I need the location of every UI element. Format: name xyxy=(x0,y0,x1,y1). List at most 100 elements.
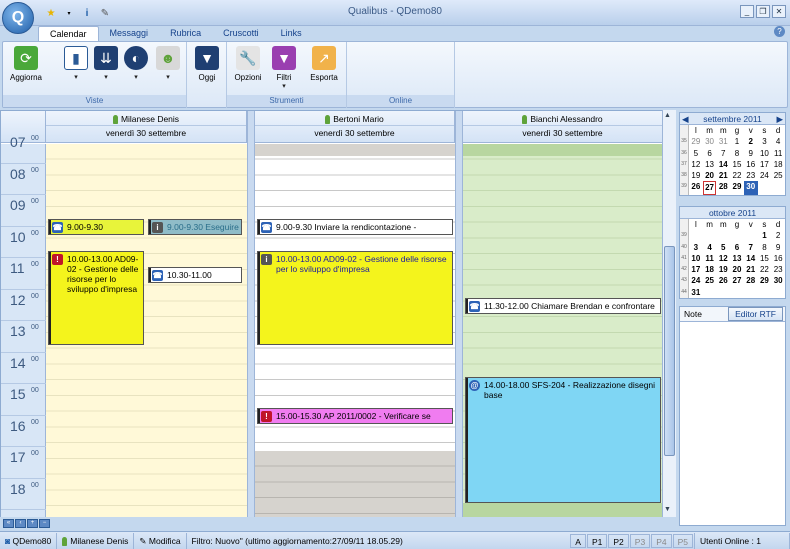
appointment-a6[interactable]: i 10.00-13.00 AD09-02 - Gestione delle ri… xyxy=(257,251,453,345)
appointment-a8[interactable]: ☎ 11.30-12.00 Chiamare Brendan e confront… xyxy=(465,298,661,314)
remove-icon[interactable]: − xyxy=(39,519,50,528)
next-month-icon[interactable]: ▶ xyxy=(776,113,785,125)
minimize-button[interactable]: _ xyxy=(740,5,754,18)
appointment-a4[interactable]: ☎10.30-11.00 Sentire xyxy=(148,267,242,283)
priority-p4-button[interactable]: P4 xyxy=(651,533,672,548)
hour-label: 16 00 xyxy=(1,416,46,447)
esporta-button[interactable]: ↗ Esporta xyxy=(307,46,341,82)
status-filter: Filtro: Nuovo" (ultimo aggiornamento:27/… xyxy=(191,535,403,546)
aggiorna-button[interactable]: ⟳ Aggiorna xyxy=(9,46,43,82)
appointment-a2[interactable]: i 9.00-9.30 Eseguire xyxy=(148,219,242,235)
exclamation-icon: ! xyxy=(52,254,63,265)
hour-label: 10 00 xyxy=(1,227,46,258)
database-icon: ◙ xyxy=(5,535,11,546)
prev-month-icon[interactable]: ◀ xyxy=(680,113,689,125)
hour-label: 07 00 xyxy=(1,132,46,164)
phone-icon: ☎ xyxy=(52,222,63,233)
column-name: Bianchi Alessandro xyxy=(463,113,662,126)
ribbon-tabs: Calendar Messaggi Rubrica Cruscotti Link… xyxy=(38,26,313,41)
week-view-icon: ⇊ xyxy=(94,46,118,70)
window-controls: _ ❐ ✕ xyxy=(740,5,786,18)
scrollbar-thumb[interactable] xyxy=(664,246,675,456)
group-label-strumenti: Strumenti xyxy=(227,95,346,107)
month-title: ottobre 2011 xyxy=(680,207,785,219)
column-name: Milanese Denis xyxy=(46,113,246,126)
priority-p2-button[interactable]: P2 xyxy=(608,533,629,548)
filtri-button[interactable]: ▼ Filtri ▾ xyxy=(269,46,299,90)
editor-rtf-button[interactable]: Editor RTF xyxy=(728,307,783,321)
scroll-up-icon[interactable]: ▲ xyxy=(664,112,671,119)
filter-icon: ▼ xyxy=(272,46,296,70)
priority-a-button[interactable]: A xyxy=(570,533,586,548)
priority-p1-button[interactable]: P1 xyxy=(586,533,608,548)
status-mode: ✎ Modifica xyxy=(134,532,187,549)
appointment-a1[interactable]: ☎ 9.00-9.30 xyxy=(48,219,144,235)
tab-messaggi[interactable]: Messaggi xyxy=(99,26,160,41)
tab-rubrica[interactable]: Rubrica xyxy=(159,26,212,41)
add-icon[interactable]: + xyxy=(27,519,38,528)
chevron-down-icon: ▾ xyxy=(282,83,286,90)
chevron-down-icon: ▾ xyxy=(74,74,78,81)
appointment-a5[interactable]: ☎ 9.00-9.30 Inviare la rendicontazione - xyxy=(257,219,453,235)
hour-label: 11 00 xyxy=(1,258,46,290)
nonworking-time xyxy=(463,503,663,517)
window-title: Qualibus - QDemo80 xyxy=(348,6,442,17)
calendar-today-icon: ▼ xyxy=(195,46,219,70)
resource-name-milanese: Milanese Denis xyxy=(120,114,180,124)
opzioni-button[interactable]: 🔧 Opzioni xyxy=(233,46,263,82)
status-database: ◙ QDemo80 xyxy=(0,532,58,549)
restore-button[interactable]: ❐ xyxy=(756,5,770,18)
view-week-button[interactable]: ⇊ ▾ xyxy=(91,46,121,81)
chevron-down-icon: ▾ xyxy=(166,74,170,81)
view-month-button[interactable]: ◐ ▾ xyxy=(121,46,151,81)
column-date: venerdì 30 settembre xyxy=(522,128,603,138)
view-resources-button[interactable]: ☻ ▾ xyxy=(153,46,183,81)
column-separator xyxy=(455,111,463,517)
vertical-scrollbar[interactable]: ▲ ▼ xyxy=(662,110,676,517)
appointment-a9[interactable]: @14.00-18.00 SFS-204 - Realizzazione dis… xyxy=(465,377,661,503)
chevron-down-icon: ▾ xyxy=(134,74,138,81)
esporta-label: Esporta xyxy=(310,73,338,82)
appointment-a7[interactable]: ! 15.00-15.30 AP 2011/0002 - Verificare s… xyxy=(257,408,453,424)
prev-icon[interactable]: ‹ xyxy=(15,519,26,528)
notes-label: Note xyxy=(684,309,702,319)
right-panel: ◀ settembre 2011 ▶ lmmgvsd 35 29 30 31 1 2 3 4 … xyxy=(677,110,788,530)
hour-label: 12 00 xyxy=(1,290,46,321)
person-icon xyxy=(325,115,331,125)
navigation-buttons: « ‹ + − xyxy=(3,519,50,528)
group-label-online: Online xyxy=(347,95,454,107)
time-ruler: 07 00 08 00 09 00 10 00 11 00 12 00 13 00 14 00 … xyxy=(1,134,46,517)
tab-cruscotti[interactable]: Cruscotti xyxy=(212,26,270,41)
group-label-viste: Viste xyxy=(3,95,186,107)
nonworking-time xyxy=(255,144,455,156)
priority-p3-button[interactable]: P3 xyxy=(629,533,651,548)
person-icon xyxy=(112,115,118,125)
today-marker[interactable]: 27 xyxy=(702,181,717,195)
first-icon[interactable]: « xyxy=(3,519,14,528)
oggi-button[interactable]: ▼ Oggi xyxy=(192,46,222,82)
tab-links[interactable]: Links xyxy=(270,26,313,41)
priority-p5-button[interactable]: P5 xyxy=(672,533,693,548)
status-online-users: Utenti Online : 1 xyxy=(694,532,790,549)
help-icon[interactable]: ? xyxy=(774,26,785,37)
mini-calendar-september: ◀ settembre 2011 ▶ lmmgvsd 35 29 30 31 1 2 3 4 … xyxy=(679,112,786,196)
sept-grid: lmmgvsd 35 29 30 31 1 2 3 4 36 5 6 7 8 9 10 11 37 12 13 1… xyxy=(680,125,785,195)
scroll-down-icon[interactable]: ▼ xyxy=(664,506,671,513)
ribbon: ⟳ Aggiorna ▮ ▾ ⇊ ▾ ◐ ▾ ☻ ▾ Viste ▼ Oggi … xyxy=(2,41,788,108)
mini-calendar-header: ◀ settembre 2011 ▶ xyxy=(680,113,785,125)
chevron-down-icon: ▾ xyxy=(104,74,108,81)
close-button[interactable]: ✕ xyxy=(772,5,786,18)
wrench-icon: 🔧 xyxy=(236,46,260,70)
selected-day[interactable]: 30 xyxy=(743,181,758,195)
notes-textarea[interactable] xyxy=(680,322,785,525)
app-menu-orb[interactable]: Q xyxy=(2,2,34,34)
mini-calendar-october: ottobre 2011 lmmgvsd 39 1 2 40 3 4 5 6 7 8 9 41 10… xyxy=(679,206,786,300)
aggiorna-label: Aggiorna xyxy=(9,73,43,82)
person-icon xyxy=(62,536,68,546)
view-day-button[interactable]: ▮ ▾ xyxy=(61,46,91,81)
hour-label: 13 00 xyxy=(1,321,46,353)
tab-calendar[interactable]: Calendar xyxy=(38,26,99,41)
filtri-label: Filtri xyxy=(276,73,292,82)
appointment-a3[interactable]: ! 10.00-13.00 AD09-02 - Gestione delle ri… xyxy=(48,251,144,345)
oggi-label: Oggi xyxy=(198,73,216,82)
